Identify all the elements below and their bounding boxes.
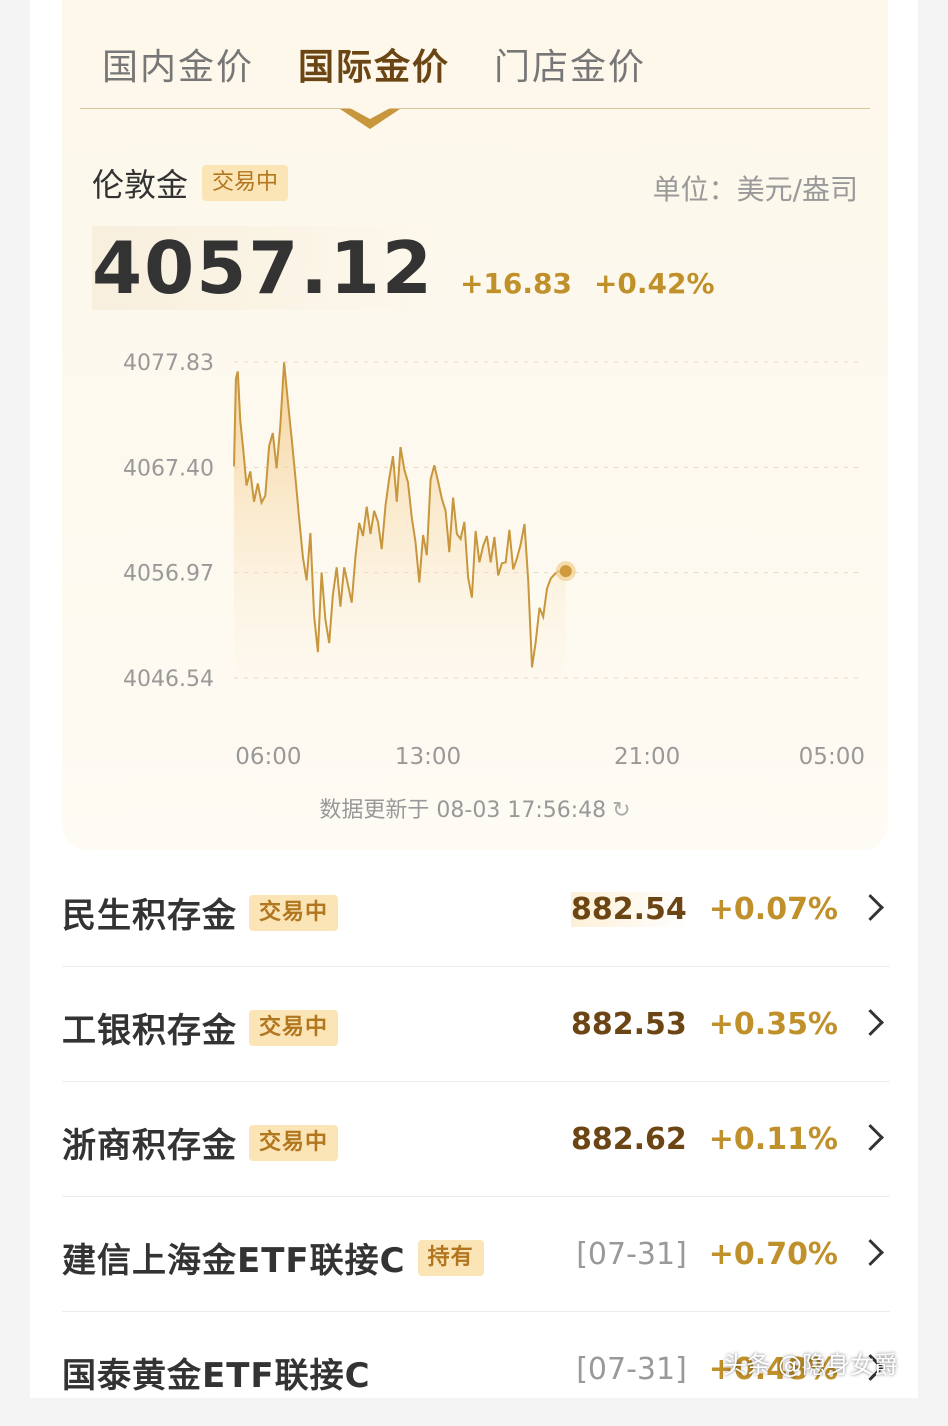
chevron-right-icon[interactable] [857, 894, 884, 921]
fund-name: 工银积存金 [62, 1011, 237, 1051]
tab-divider [80, 108, 870, 109]
intraday-price-chart[interactable]: 4077.83 4067.40 4056.97 4046.54 06:00 13:00 2… [62, 330, 888, 780]
fund-name-group: 工银积存金 交易中 [62, 1003, 339, 1052]
y-tick-label: 4056.97 [123, 562, 214, 587]
fund-price: 882.53 [571, 1007, 687, 1042]
asset-name: 伦敦金 [92, 166, 189, 204]
fund-name-group: 民生积存金 交易中 [62, 888, 339, 937]
price-tabs: 国内金价 国际金价 门店金价 [102, 38, 646, 90]
list-item[interactable]: 民生积存金 交易中 882.54 +0.07% [62, 852, 890, 967]
x-tick-label: 05:00 [799, 744, 865, 770]
fund-name-group: 国泰黄金ETF联接C [62, 1348, 371, 1397]
fund-price: 882.54 [571, 892, 687, 927]
fund-values: 882.53 +0.35% [571, 1007, 838, 1042]
fund-change-percent: +0.07% [708, 892, 838, 927]
price-change-percent: +0.42% [593, 267, 715, 300]
fund-values: 882.54 +0.07% [571, 892, 838, 927]
fund-nav-date: [07-31] [576, 1352, 687, 1387]
y-tick-label: 4067.40 [123, 456, 214, 481]
update-time: 数据更新于 08-03 17:56:48 ↻ [62, 792, 888, 824]
fund-values: [07-31] +0.70% [576, 1237, 838, 1272]
x-tick-label: 21:00 [614, 744, 680, 770]
page: 国内金价 国际金价 门店金价 伦敦金 交易中 单位：美元/盎司 4057.12 … [30, 0, 918, 1398]
trading-status-badge: 交易中 [202, 165, 289, 201]
fund-holding-badge: 持有 [417, 1239, 484, 1276]
tab-domestic-gold[interactable]: 国内金价 [102, 38, 254, 90]
watermark: 头条 @隐身女爵 [722, 1351, 898, 1379]
price-area-fill [234, 362, 566, 678]
active-tab-indicator [340, 107, 400, 129]
x-tick-label: 06:00 [235, 744, 301, 770]
fund-change-percent: +0.11% [708, 1122, 838, 1157]
chevron-right-icon[interactable] [857, 1124, 884, 1151]
list-item[interactable]: 建信上海金ETF联接C 持有 [07-31] +0.70% [62, 1197, 890, 1312]
gold-price-card: 国内金价 国际金价 门店金价 伦敦金 交易中 单位：美元/盎司 4057.12 … [62, 0, 888, 850]
price-row: 4057.12 +16.83 +0.42% [92, 226, 725, 310]
fund-values: 882.62 +0.11% [571, 1122, 838, 1157]
fund-name: 建信上海金ETF联接C [62, 1241, 406, 1281]
fund-change-percent: +0.70% [708, 1237, 838, 1272]
tab-international-gold[interactable]: 国际金价 [298, 38, 450, 90]
chevron-right-icon[interactable] [857, 1009, 884, 1036]
unit-label: 单位：美元/盎司 [652, 173, 858, 206]
y-tick-label: 4046.54 [123, 667, 214, 692]
chevron-right-icon[interactable] [857, 1239, 884, 1266]
fund-name: 浙商积存金 [62, 1126, 237, 1166]
asset-header: 伦敦金 交易中 [92, 160, 289, 206]
fund-nav-date: [07-31] [576, 1237, 687, 1272]
fund-name-group: 浙商积存金 交易中 [62, 1118, 339, 1167]
fund-status-badge: 交易中 [249, 1009, 339, 1046]
fund-price: 882.62 [571, 1122, 687, 1157]
last-price-dot [559, 565, 572, 578]
refresh-icon[interactable]: ↻ [612, 798, 630, 823]
fund-name: 民生积存金 [62, 896, 237, 936]
list-item[interactable]: 工银积存金 交易中 882.53 +0.35% [62, 967, 890, 1082]
list-item[interactable]: 浙商积存金 交易中 882.62 +0.11% [62, 1082, 890, 1197]
gold-fund-list: 民生积存金 交易中 882.54 +0.07% 工银积存金 交易中 882.53… [62, 852, 890, 1426]
y-tick-label: 4077.83 [123, 351, 214, 376]
fund-name-group: 建信上海金ETF联接C 持有 [62, 1233, 484, 1282]
fund-name: 国泰黄金ETF联接C [62, 1356, 371, 1396]
price-change: +16.83 [459, 267, 572, 300]
update-time-text: 数据更新于 08-03 17:56:48 [319, 798, 607, 823]
fund-status-badge: 交易中 [249, 894, 339, 931]
current-price: 4057.12 [92, 226, 448, 310]
tab-store-gold[interactable]: 门店金价 [494, 38, 646, 90]
x-tick-label: 13:00 [395, 744, 461, 770]
fund-status-badge: 交易中 [249, 1124, 339, 1161]
fund-change-percent: +0.35% [708, 1007, 838, 1042]
